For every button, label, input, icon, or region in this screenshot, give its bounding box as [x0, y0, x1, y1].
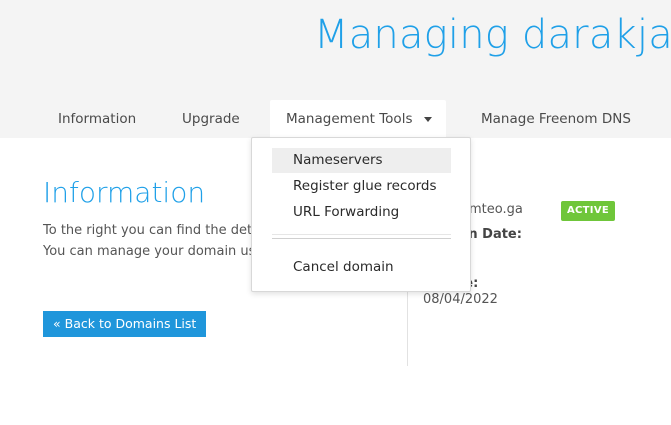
menu-item-register-glue-records[interactable]: Register glue records: [272, 174, 451, 199]
menu-item-nameservers[interactable]: Nameservers: [272, 148, 451, 173]
menu-divider: [272, 238, 451, 239]
tab-management-tools[interactable]: Management Tools: [270, 100, 446, 138]
menu-item-url-forwarding[interactable]: URL Forwarding: [272, 200, 451, 225]
tab-management-tools-label: Management Tools: [286, 111, 413, 127]
management-tools-dropdown: Nameservers Register glue records URL Fo…: [251, 137, 471, 292]
status-badge: ACTIVE: [561, 201, 615, 221]
caret-down-icon: [424, 117, 432, 122]
info-text-line-2: You can manage your domain usi: [43, 244, 260, 259]
tab-upgrade[interactable]: Upgrade: [182, 100, 240, 138]
menu-item-cancel-domain[interactable]: Cancel domain: [272, 255, 451, 280]
page-header: Managing darakjae Information Upgrade Ma…: [0, 0, 671, 138]
tab-manage-freenom-dns[interactable]: Manage Freenom DNS: [481, 100, 631, 138]
page-title: Managing darakjae: [314, 12, 671, 58]
info-text-line-1: To the right you can find the deta: [43, 223, 261, 238]
back-to-domains-button[interactable]: « Back to Domains List: [43, 311, 207, 337]
expiry-date-value: 08/04/2022: [423, 292, 498, 307]
section-title: Information: [43, 176, 206, 209]
menu-separator: [272, 234, 451, 235]
tab-information[interactable]: Information: [58, 100, 136, 138]
